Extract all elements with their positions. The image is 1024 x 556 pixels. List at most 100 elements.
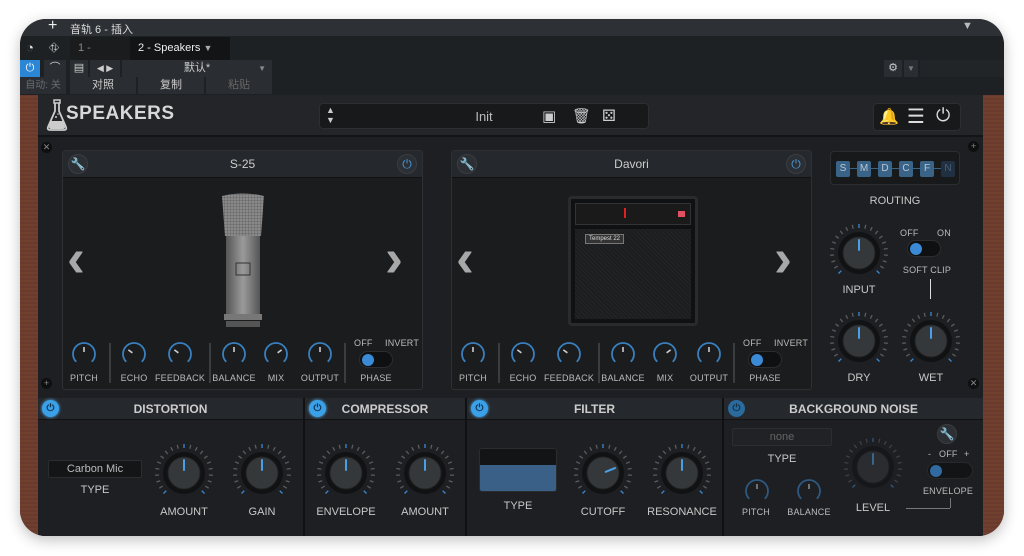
trash-icon[interactable]: 🗑 [572, 107, 591, 125]
toggle-knob [910, 243, 922, 255]
filter-curve [480, 465, 556, 491]
speaker-a-echo-knob[interactable] [121, 341, 147, 367]
knob-graphic [797, 479, 821, 500]
speaker-b-power-button[interactable]: ⏻ [786, 154, 806, 174]
screw-icon: + [41, 378, 52, 389]
preset-dropdown[interactable]: 默认* ▼ [122, 60, 272, 77]
compressor-amount-label: AMOUNT [401, 506, 449, 518]
knob-graphic [233, 444, 291, 494]
routing-compressor[interactable]: C [899, 161, 913, 177]
bell-icon[interactable]: 🔔 [879, 107, 899, 127]
phase-toggle[interactable] [748, 351, 782, 368]
menu-icon[interactable]: ☰ [907, 104, 925, 129]
distortion-type-dropdown[interactable]: Carbon Mic [48, 460, 142, 478]
noise-pitch-knob[interactable] [744, 478, 770, 504]
filter-power-button[interactable]: ⏻ [471, 400, 488, 417]
noise-pitch-label: PITCH [742, 507, 770, 517]
speaker-a-feedback-knob[interactable] [167, 341, 193, 367]
compressor-amount-knob[interactable] [394, 442, 456, 504]
speaker-b-pitch-knob[interactable] [460, 341, 486, 367]
phase-toggle[interactable] [359, 351, 393, 368]
pitch-label: PITCH [70, 373, 98, 383]
compressor-envelope-label: ENVELOPE [316, 506, 376, 518]
divider [109, 343, 111, 383]
routing-speaker-b[interactable]: M [857, 161, 871, 177]
phase-off-label: OFF [354, 338, 373, 348]
soft-clip-toggle[interactable] [907, 240, 941, 257]
copy-button[interactable]: 复制 [138, 77, 204, 94]
noise-envelope-toggle[interactable] [927, 462, 973, 479]
compare-button[interactable]: 对照 [70, 77, 136, 94]
toggle-knob [751, 354, 763, 366]
preset-name[interactable]: Init [320, 109, 648, 124]
link-icon[interactable]: ⌒ [44, 60, 66, 77]
compressor-section: COMPRESSOR ⏻ ENVELOPE AMOUNT [305, 398, 467, 536]
paste-button[interactable]: 粘贴 [206, 77, 272, 94]
next-speaker-arrow[interactable]: › [774, 231, 792, 285]
search-field[interactable] [920, 60, 1004, 77]
speaker-a-power-button[interactable]: ⏻ [397, 154, 417, 174]
speaker-a-mix-knob[interactable] [263, 341, 289, 367]
auto-status[interactable]: 自动: 关 [20, 77, 66, 94]
softclip-on-label: ON [937, 228, 951, 238]
dice-random-icon[interactable]: ⚄ [602, 106, 616, 126]
noise-level-knob[interactable] [842, 436, 904, 498]
input-knob[interactable] [828, 222, 890, 284]
gear-icon[interactable]: ⚙ [884, 60, 902, 77]
routing-icon[interactable]: ⛗ [44, 38, 64, 58]
amp-badge: Tempest 22 [585, 234, 625, 244]
compressor-power-button[interactable]: ⏻ [309, 400, 326, 417]
chevron-down-icon[interactable]: ▼ [904, 60, 918, 77]
divider [344, 343, 346, 383]
routing-distortion[interactable]: D [878, 161, 892, 177]
noise-type-dropdown[interactable]: none [732, 428, 832, 446]
knob-graphic [557, 342, 581, 363]
speaker-b-echo-knob[interactable] [510, 341, 536, 367]
amp-image: Tempest 22 [568, 196, 698, 326]
speaker-a-header: S-25 [63, 151, 422, 178]
distortion-gain-knob[interactable] [231, 442, 293, 504]
save-icon[interactable]: ▣ [542, 107, 556, 125]
tab-speakers[interactable]: 2 - Speakers ▼ [130, 37, 230, 60]
speaker-a-pitch-knob[interactable] [71, 341, 97, 367]
amp-control-panel [575, 203, 691, 225]
compressor-envelope-knob[interactable] [315, 442, 377, 504]
speaker-b-output-knob[interactable] [696, 341, 722, 367]
document-icon[interactable]: ▤ [70, 60, 88, 77]
filter-resonance-knob[interactable] [651, 442, 713, 504]
routing-speaker-a[interactable]: S [836, 161, 850, 177]
preset-browser: ▲ ▼ Init ▣ 🗑 ⚄ [319, 103, 649, 129]
next-speaker-arrow[interactable]: › [385, 231, 403, 285]
distortion-amount-knob[interactable] [153, 442, 215, 504]
feedback-label: FEEDBACK [154, 373, 206, 383]
wet-knob[interactable] [900, 310, 962, 372]
noise-envelope-label: ENVELOPE [922, 486, 974, 496]
speaker-b-mix-knob[interactable] [652, 341, 678, 367]
bypass-power-button[interactable]: ⏻ [20, 60, 40, 77]
speaker-b-header: Davori [452, 151, 811, 178]
noise-balance-knob[interactable] [796, 478, 822, 504]
tab-reels[interactable]: 1 - Reels [70, 37, 130, 77]
power-icon[interactable]: ⏻ [936, 105, 950, 126]
power-knob-icon[interactable]: ◔ [20, 38, 40, 58]
filter-cutoff-knob[interactable] [572, 442, 634, 504]
dry-knob[interactable] [828, 310, 890, 372]
filter-type-display[interactable] [479, 448, 557, 492]
background-noise-power-button[interactable]: ⏻ [728, 400, 745, 417]
speaker-a-balance-knob[interactable] [221, 341, 247, 367]
routing-filter[interactable]: F [920, 161, 934, 177]
prev-speaker-arrow[interactable]: ‹ [67, 231, 85, 285]
noise-wrench-icon[interactable]: 🔧 [937, 424, 957, 444]
prev-next-preset[interactable]: ◀ ▶ [90, 60, 120, 77]
wrench-icon[interactable]: 🔧 [68, 154, 88, 174]
routing-noise[interactable]: N [941, 161, 955, 177]
prev-speaker-arrow[interactable]: ‹ [456, 231, 474, 285]
pin-icon[interactable]: ▼ [962, 20, 973, 32]
speaker-b-feedback-knob[interactable] [556, 341, 582, 367]
add-icon[interactable]: + [48, 19, 57, 35]
speaker-a-output-knob[interactable] [307, 341, 333, 367]
tab-speakers-label: 2 - Speakers [138, 42, 201, 54]
wrench-icon[interactable]: 🔧 [457, 154, 477, 174]
speaker-b-balance-knob[interactable] [610, 341, 636, 367]
distortion-power-button[interactable]: ⏻ [42, 400, 59, 417]
